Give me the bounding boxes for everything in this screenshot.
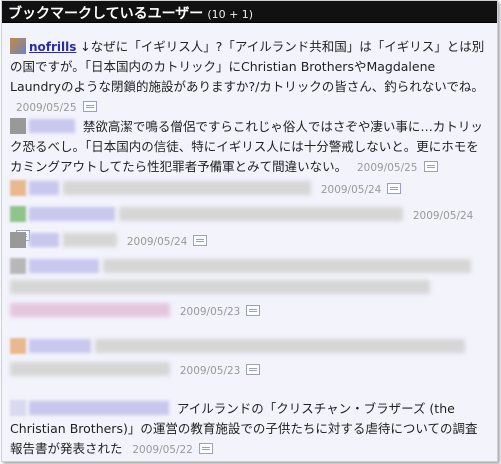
comment-redacted — [63, 181, 311, 195]
memo-icon[interactable] — [193, 235, 208, 246]
comment-redacted — [10, 362, 170, 376]
user-link[interactable]: nofrills — [29, 40, 76, 54]
user-count: (10 + 1) — [207, 8, 254, 21]
bookmark-entry: nofrills ↓なぜに「イギリス人」?「アイルランド共和国」は「イギリス」と… — [2, 37, 497, 118]
memo-icon[interactable] — [246, 364, 261, 375]
comment-redacted — [103, 259, 471, 273]
comment-text: ↓なぜに「イギリス人」?「アイルランド共和国」は「イギリス」とは別の国ですが。「… — [10, 39, 485, 94]
user-avatar[interactable] — [10, 206, 26, 222]
comment-redacted — [95, 339, 465, 353]
comment-redacted — [63, 233, 117, 247]
bookmark-entry: アイルランドの「クリスチャン・ブラザーズ (the Christian Brot… — [2, 399, 497, 460]
user-avatar[interactable] — [10, 258, 26, 274]
user-avatar[interactable] — [10, 338, 26, 354]
user-avatar[interactable] — [10, 38, 26, 54]
bookmark-users-panel: ブックマークしているユーザー (10 + 1) nofrills ↓なぜに「イギリ… — [1, 0, 498, 462]
bookmark-date: 2009/05/24 — [126, 236, 188, 248]
comment-redacted — [119, 207, 403, 221]
bookmark-date: 2009/05/25 — [356, 162, 418, 174]
memo-icon[interactable] — [387, 183, 402, 194]
memo-icon[interactable] — [198, 443, 213, 454]
user-avatar[interactable] — [10, 118, 26, 134]
bookmark-entry: 禁欲高潔で鳴る僧侶ですらこれじゃ俗人ではさぞや凄い事に…カトリック恐るべし。「日… — [2, 117, 497, 178]
user-name-redacted[interactable] — [29, 181, 59, 195]
memo-icon[interactable] — [423, 161, 438, 172]
user-avatar[interactable] — [10, 400, 26, 416]
user-name-redacted[interactable] — [29, 207, 115, 221]
bookmark-date: 2009/05/23 — [179, 365, 241, 377]
bookmark-date: 2009/05/24 — [320, 184, 382, 196]
user-name-redacted[interactable] — [29, 233, 59, 247]
bookmark-date: 2009/05/23 — [179, 306, 241, 318]
user-avatar[interactable] — [10, 180, 26, 196]
user-avatar[interactable] — [10, 232, 26, 248]
bookmark-date: 2009/05/24 — [412, 210, 474, 222]
bookmark-date: 2009/05/25 — [16, 102, 77, 114]
panel-header: ブックマークしているユーザー (10 + 1) — [2, 1, 497, 23]
bookmark-entry: 2009/05/24 — [2, 231, 497, 252]
memo-icon[interactable] — [82, 101, 97, 112]
comment-redacted — [10, 280, 430, 294]
panel-title: ブックマークしているユーザー — [8, 6, 204, 22]
bookmark-entry: 2009/05/24 — [2, 179, 497, 200]
bookmark-date: 2009/05/22 — [132, 444, 193, 456]
bookmark-entry: 2009/05/23 — [2, 257, 497, 322]
user-name-redacted[interactable] — [29, 119, 75, 133]
user-name-redacted[interactable] — [29, 401, 169, 415]
comment-redacted — [10, 303, 170, 317]
user-name-redacted[interactable] — [29, 259, 99, 273]
bookmark-entry: 2009/05/23 — [2, 337, 497, 381]
user-name-redacted[interactable] — [29, 339, 91, 353]
memo-icon[interactable] — [246, 305, 261, 316]
